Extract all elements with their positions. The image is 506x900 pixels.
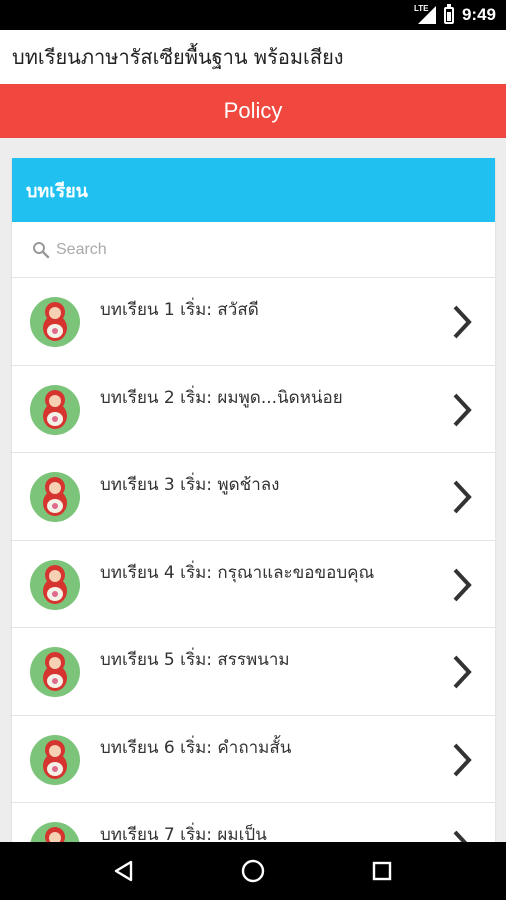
search-input[interactable] xyxy=(56,240,436,259)
matryoshka-doll-icon xyxy=(30,297,80,347)
chevron-right-icon xyxy=(453,655,472,689)
lesson-label: บทเรียน 5 เริ่ม: สรรพนาม xyxy=(100,650,290,670)
lessons-card: บทเรียน บทเรียน 1 เริ่ม: สวัสดี xyxy=(12,158,495,858)
matryoshka-doll-icon xyxy=(30,559,80,610)
matryoshka-doll-icon xyxy=(30,734,80,785)
matryoshka-doll-icon xyxy=(30,472,80,522)
card-title: บทเรียน xyxy=(26,180,88,202)
network-type: LTE xyxy=(413,4,429,13)
lesson-item-3[interactable]: บทเรียน 3 เริ่ม: พูดช้าลง xyxy=(12,453,495,541)
status-bar: LTE 9:49 xyxy=(0,0,506,30)
chevron-right-icon xyxy=(453,480,472,514)
home-icon xyxy=(241,859,265,883)
chevron-right-icon xyxy=(453,568,472,601)
policy-button[interactable]: Policy xyxy=(0,84,506,138)
chevron-right-icon xyxy=(453,393,472,426)
lesson-item-6[interactable]: บทเรียน 6 เริ่ม: คำถามสั้น xyxy=(12,716,495,803)
lesson-label: บทเรียน 3 เริ่ม: พูดช้าลง xyxy=(100,475,280,495)
signal-icon: LTE xyxy=(413,4,436,24)
matryoshka-doll-icon xyxy=(30,384,80,435)
lesson-item-2[interactable]: บทเรียน 2 เริ่ม: ผมพูด...นิดหน่อย xyxy=(12,366,495,453)
lesson-label: บทเรียน 6 เริ่ม: คำถามสั้น xyxy=(100,737,292,758)
status-icons: LTE 9:49 xyxy=(413,3,496,26)
card-header: บทเรียน xyxy=(12,158,495,222)
battery-icon xyxy=(443,3,454,24)
chevron-right-icon xyxy=(453,743,472,776)
recents-icon xyxy=(372,861,391,881)
home-button[interactable] xyxy=(231,849,275,893)
lesson-label: บทเรียน 1 เริ่ม: สวัสดี xyxy=(100,300,259,320)
lesson-item-5[interactable]: บทเรียน 5 เริ่ม: สรรพนาม xyxy=(12,628,495,716)
navigation-bar xyxy=(0,842,506,900)
back-button[interactable] xyxy=(102,849,146,893)
lesson-label: บทเรียน 2 เริ่ม: ผมพูด...นิดหน่อย xyxy=(100,387,343,408)
lesson-list: บทเรียน 1 เริ่ม: สวัสดี บทเรียน 2 เริ่ม:… xyxy=(12,278,495,858)
lesson-label: บทเรียน 4 เริ่ม: กรุณาและขอขอบคุณ xyxy=(100,562,375,583)
search-bar[interactable] xyxy=(12,222,495,278)
app-header: บทเรียนภาษารัสเซียพื้นฐาน พร้อมเสียง xyxy=(0,30,506,84)
matryoshka-doll-icon xyxy=(30,647,80,697)
app-title: บทเรียนภาษารัสเซียพื้นฐาน พร้อมเสียง xyxy=(12,45,344,69)
status-time: 9:49 xyxy=(461,5,496,24)
lesson-item-1[interactable]: บทเรียน 1 เริ่ม: สวัสดี xyxy=(12,278,495,366)
search-icon xyxy=(33,241,50,258)
policy-label: Policy xyxy=(223,98,283,123)
chevron-right-icon xyxy=(453,305,472,339)
back-icon xyxy=(115,860,133,882)
recents-button[interactable] xyxy=(360,849,404,893)
lesson-item-4[interactable]: บทเรียน 4 เริ่ม: กรุณาและขอขอบคุณ xyxy=(12,541,495,628)
